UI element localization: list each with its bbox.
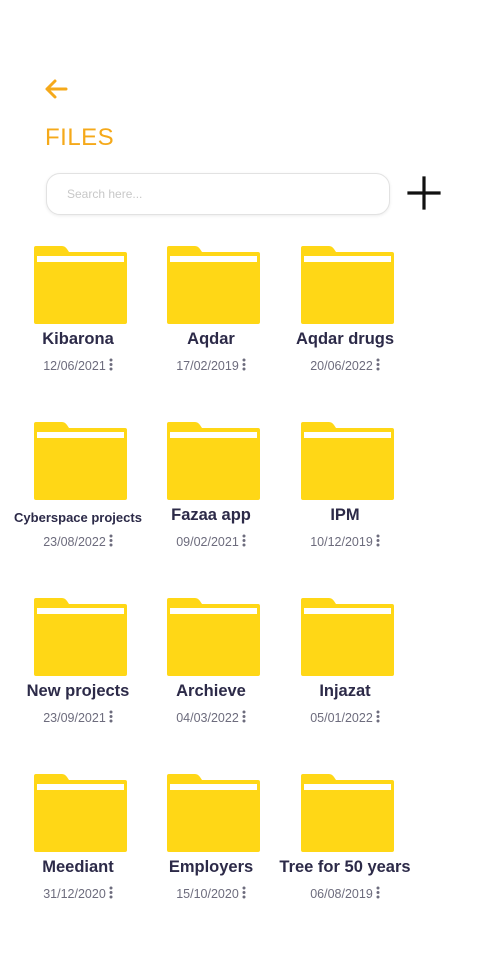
folder-meta: 23/09/2021 xyxy=(3,710,153,725)
folder-icon xyxy=(34,422,127,500)
more-options-icon[interactable] xyxy=(376,710,380,723)
folder-date: 12/06/2021 xyxy=(43,359,106,373)
folder-name: Kibarona xyxy=(42,330,114,348)
folder-name: Archieve xyxy=(176,682,246,700)
folder-name: Tree for 50 years xyxy=(279,858,411,876)
folder-date: 17/02/2019 xyxy=(176,359,239,373)
more-options-icon[interactable] xyxy=(242,710,246,723)
folder-icon xyxy=(301,774,394,852)
folder-name: Aqdar drugs xyxy=(295,330,395,348)
folder-icon xyxy=(301,598,394,676)
folder-date: 10/12/2019 xyxy=(310,535,373,549)
folder-item[interactable]: Cyberspace projects 23/08/2022 xyxy=(3,422,153,572)
folder-meta: 10/12/2019 xyxy=(270,534,420,549)
folder-name: Meediant xyxy=(42,858,114,876)
folder-meta: 31/12/2020 xyxy=(3,886,153,901)
folder-name: Employers xyxy=(168,858,254,876)
more-options-icon[interactable] xyxy=(109,710,113,723)
folder-meta: 05/01/2022 xyxy=(270,710,420,725)
folder-icon xyxy=(167,422,260,500)
folder-meta: 23/08/2022 xyxy=(3,534,153,549)
folder-meta: 04/03/2022 xyxy=(136,710,286,725)
folder-item[interactable]: New projects 23/09/2021 xyxy=(3,598,153,748)
folder-meta: 09/02/2021 xyxy=(136,534,286,549)
folder-item[interactable]: Meediant 31/12/2020 xyxy=(3,774,153,924)
folder-grid: Kibarona 12/06/2021 Aqdar 17/02/2019 Aqdar d… xyxy=(0,0,485,970)
folder-item[interactable]: Aqdar 17/02/2019 xyxy=(136,246,286,396)
folder-icon xyxy=(167,598,260,676)
folder-date: 23/09/2021 xyxy=(43,711,106,725)
folder-meta: 15/10/2020 xyxy=(136,886,286,901)
folder-icon xyxy=(301,246,394,324)
more-options-icon[interactable] xyxy=(242,358,246,371)
folder-icon xyxy=(34,598,127,676)
folder-item[interactable]: Tree for 50 years 06/08/2019 xyxy=(270,774,420,924)
folder-date: 15/10/2020 xyxy=(176,887,239,901)
more-options-icon[interactable] xyxy=(242,534,246,547)
folder-name: Cyberspace projects xyxy=(14,510,142,525)
folder-item[interactable]: Archieve 04/03/2022 xyxy=(136,598,286,748)
folder-meta: 17/02/2019 xyxy=(136,358,286,373)
folder-item[interactable]: IPM 10/12/2019 xyxy=(270,422,420,572)
more-options-icon[interactable] xyxy=(376,886,380,899)
more-options-icon[interactable] xyxy=(109,534,113,547)
folder-date: 23/08/2022 xyxy=(43,535,106,549)
folder-name: Fazaa app xyxy=(171,506,251,524)
folder-item[interactable]: Kibarona 12/06/2021 xyxy=(3,246,153,396)
folder-icon xyxy=(34,774,127,852)
folder-name: Injazat xyxy=(319,682,371,700)
folder-date: 09/02/2021 xyxy=(176,535,239,549)
folder-item[interactable]: Injazat 05/01/2022 xyxy=(270,598,420,748)
folder-icon xyxy=(167,774,260,852)
folder-name: Aqdar xyxy=(187,330,235,348)
folder-icon xyxy=(167,246,260,324)
folder-item[interactable]: Fazaa app 09/02/2021 xyxy=(136,422,286,572)
folder-icon xyxy=(301,422,394,500)
folder-item[interactable]: Aqdar drugs 20/06/2022 xyxy=(270,246,420,396)
folder-name: IPM xyxy=(330,506,360,524)
folder-meta: 20/06/2022 xyxy=(270,358,420,373)
folder-date: 06/08/2019 xyxy=(310,887,373,901)
folder-item[interactable]: Employers 15/10/2020 xyxy=(136,774,286,924)
folder-name: New projects xyxy=(26,682,130,700)
more-options-icon[interactable] xyxy=(376,358,380,371)
folder-date: 20/06/2022 xyxy=(310,359,373,373)
folder-date: 05/01/2022 xyxy=(310,711,373,725)
folder-date: 31/12/2020 xyxy=(43,887,106,901)
folder-meta: 06/08/2019 xyxy=(270,886,420,901)
folder-date: 04/03/2022 xyxy=(176,711,239,725)
folder-icon xyxy=(34,246,127,324)
more-options-icon[interactable] xyxy=(242,886,246,899)
folder-meta: 12/06/2021 xyxy=(3,358,153,373)
more-options-icon[interactable] xyxy=(376,534,380,547)
more-options-icon[interactable] xyxy=(109,886,113,899)
more-options-icon[interactable] xyxy=(109,358,113,371)
